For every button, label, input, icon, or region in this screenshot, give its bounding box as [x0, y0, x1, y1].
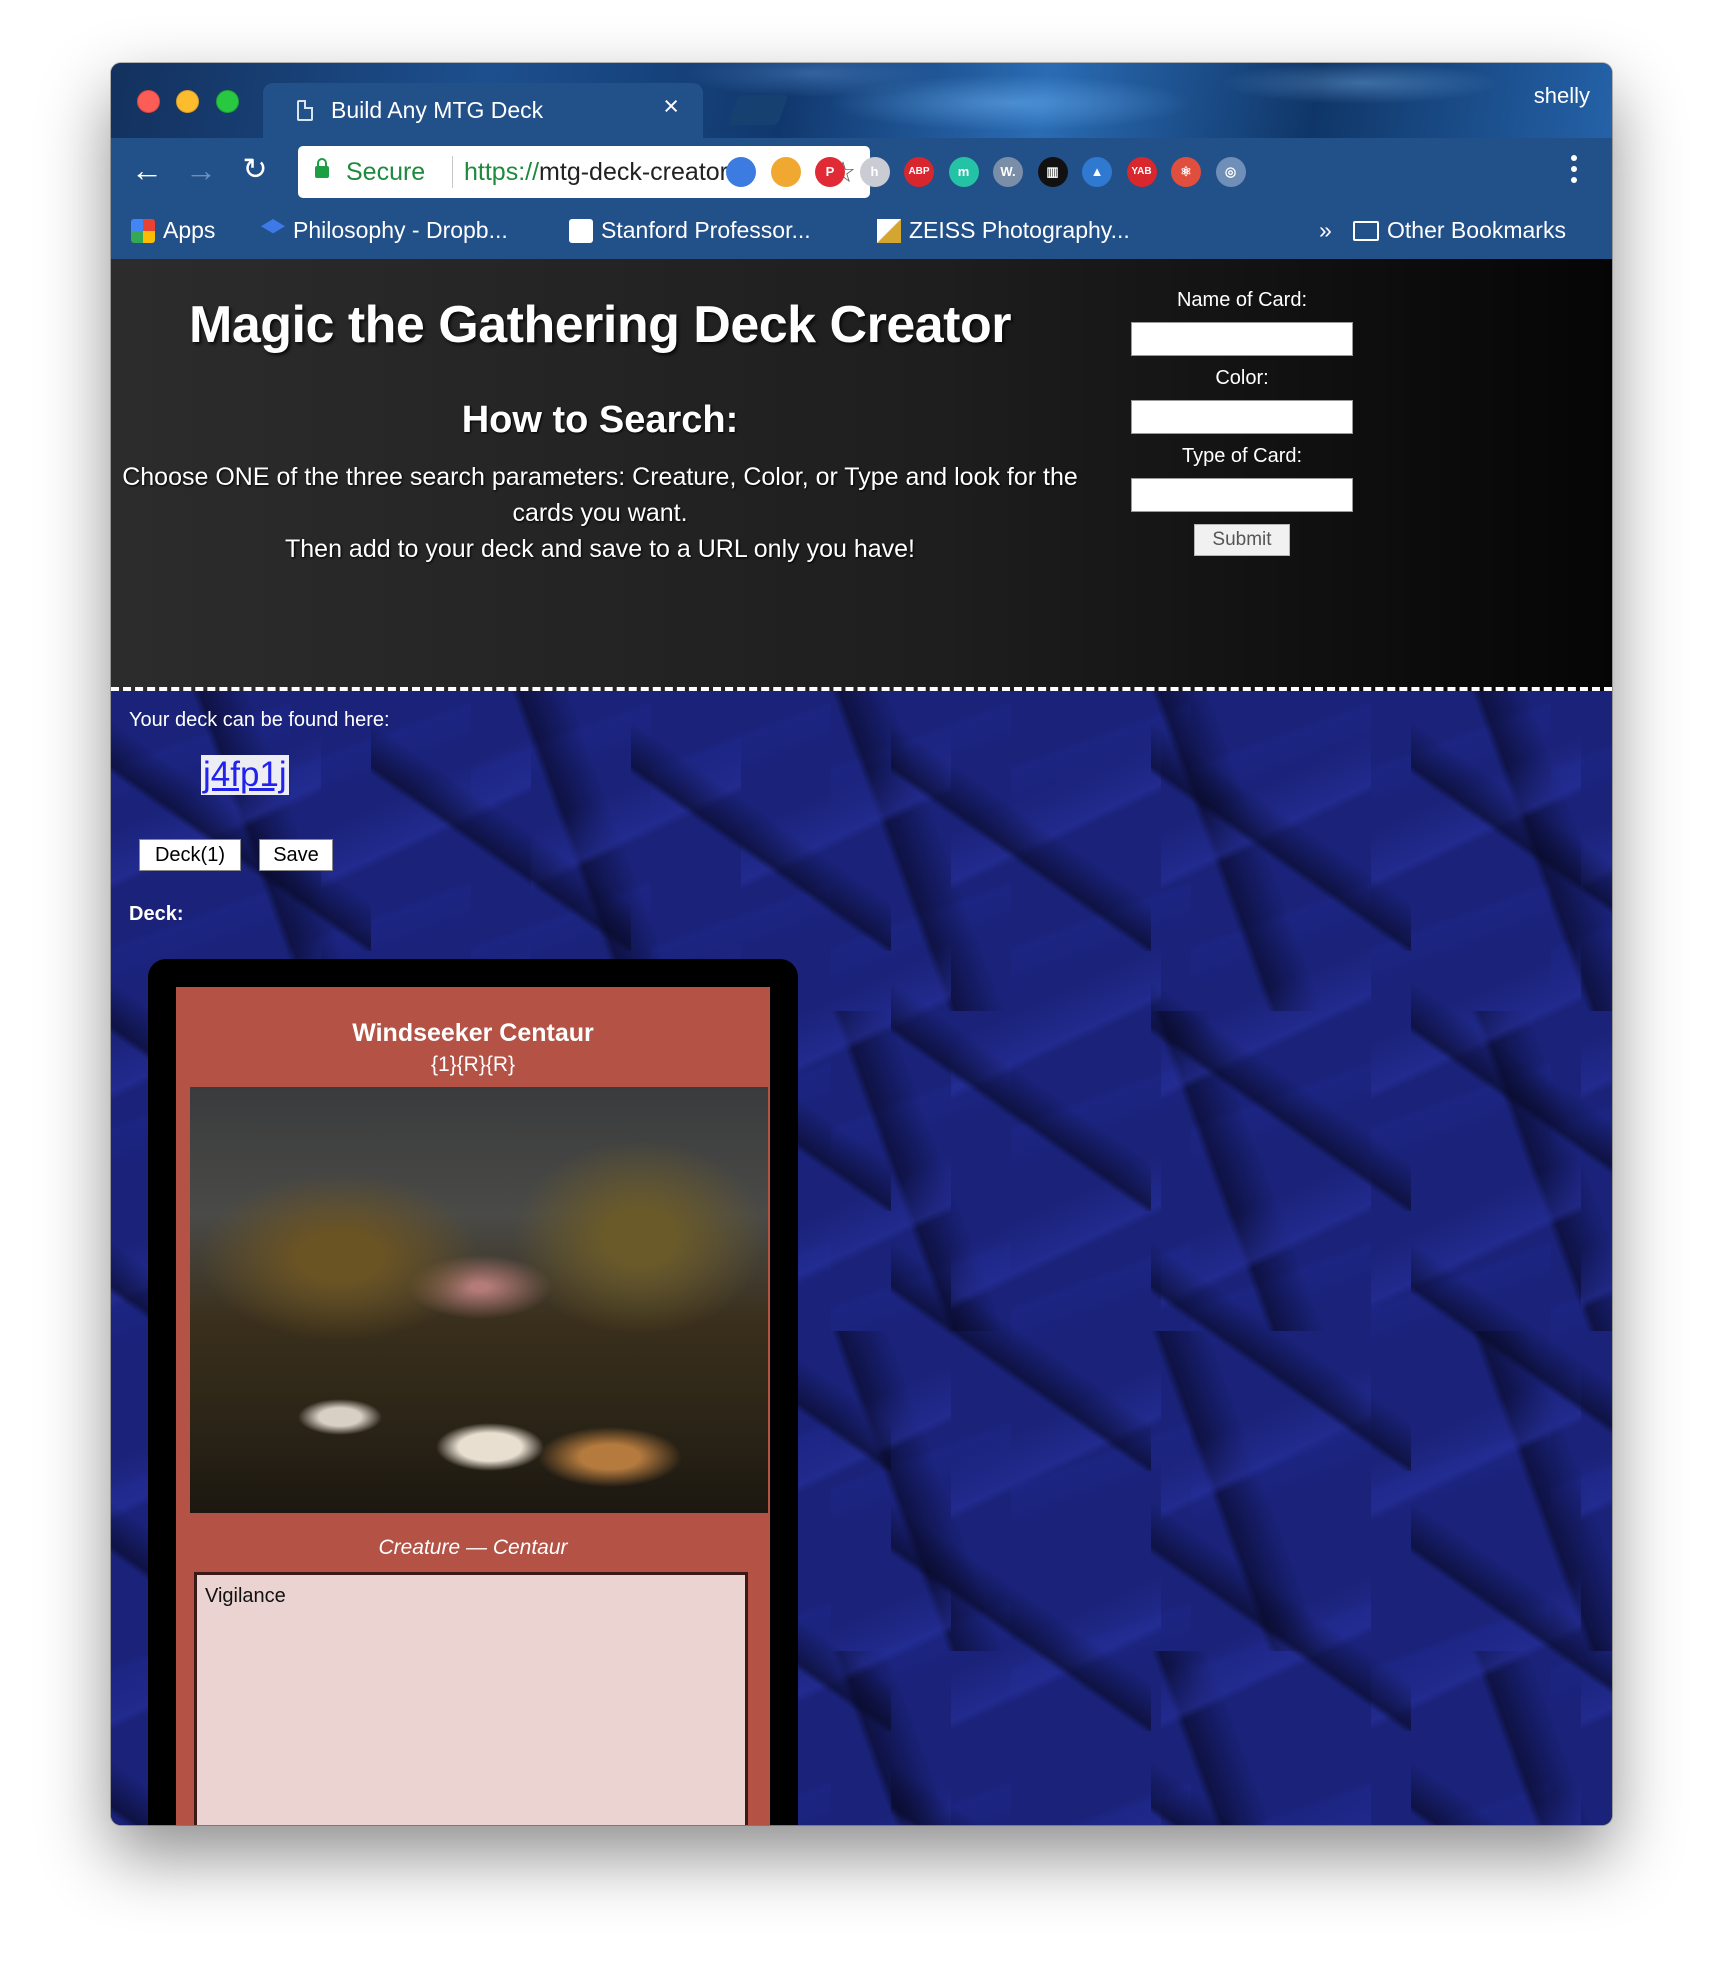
deck-section: Your deck can be found here: j4fp1j Deck… — [111, 691, 1612, 1825]
card-name-input[interactable] — [1131, 322, 1353, 356]
card-mana-cost: {1}{R}{R} — [430, 1053, 516, 1076]
card-type-line: Creature — Centaur — [378, 1536, 568, 1559]
bookmark-label: ZEISS Photography... — [909, 217, 1130, 243]
other-bookmarks-label: Other Bookmarks — [1387, 217, 1566, 243]
url-scheme: https:// — [464, 158, 540, 186]
close-window-button[interactable] — [137, 90, 160, 113]
browser-toolbar: ← → ↻ Secure https://mtg-deck-creator...… — [111, 138, 1612, 205]
submit-button[interactable]: Submit — [1194, 524, 1290, 556]
photo-icon — [569, 219, 593, 243]
instructions-line-1: Choose ONE of the three search parameter… — [122, 463, 1078, 527]
secure-label: Secure — [346, 158, 426, 186]
zeiss-icon — [877, 219, 901, 243]
card-type-input[interactable] — [1131, 478, 1353, 512]
deck-url-link[interactable]: j4fp1j — [201, 755, 289, 795]
bookmark-stanford[interactable]: Stanford Professor... — [569, 217, 811, 244]
bookmark-apps[interactable]: Apps — [131, 217, 215, 244]
hackpad-icon[interactable]: h — [859, 157, 890, 187]
pinterest-icon[interactable]: P — [815, 157, 845, 187]
reload-icon[interactable]: ↻ — [235, 150, 275, 190]
bookmark-label: Stanford Professor... — [601, 217, 811, 243]
url-path: mtg-deck-creator... — [539, 158, 748, 186]
profile-name[interactable]: shelly — [1534, 83, 1590, 109]
url-text[interactable]: https://mtg-deck-creator... — [464, 158, 747, 187]
wordpress-icon[interactable]: W. — [993, 157, 1023, 187]
card-name: Windseeker Centaur — [352, 1019, 594, 1047]
minimize-window-button[interactable] — [176, 90, 199, 113]
forward-arrow-icon[interactable]: → — [181, 150, 221, 190]
title-bar: Build Any MTG Deck × shelly — [111, 63, 1612, 139]
new-tab-button[interactable] — [727, 95, 789, 125]
back-arrow-icon[interactable]: ← — [127, 150, 167, 190]
adblock-plus-icon[interactable]: ABP — [904, 157, 934, 187]
apps-grid-icon — [131, 219, 155, 243]
yab-icon[interactable]: YAB — [1126, 157, 1157, 187]
react-devtools-icon[interactable]: ⚛ — [1171, 157, 1201, 187]
colorful-ext-icon[interactable] — [770, 157, 801, 187]
color-input[interactable] — [1131, 400, 1353, 434]
card-rules-text: Vigilance — [194, 1572, 748, 1825]
card-body: Windseeker Centaur {1}{R}{R} Creature — … — [176, 987, 770, 1825]
page-title: Magic the Gathering Deck Creator — [189, 296, 1012, 354]
dropbox-icon — [261, 219, 285, 234]
page-content: Magic the Gathering Deck Creator How to … — [111, 259, 1612, 1825]
card-artwork — [190, 1087, 768, 1513]
card-frame[interactable]: Windseeker Centaur {1}{R}{R} Creature — … — [148, 959, 798, 1825]
bookmark-zeiss[interactable]: ZEISS Photography... — [877, 217, 1130, 244]
bookmarks-bar: Apps Philosophy - Dropb... Stanford Prof… — [111, 205, 1612, 259]
chrome-menu-icon[interactable] — [1571, 155, 1577, 189]
close-tab-icon[interactable]: × — [663, 93, 679, 120]
bookmark-label: Apps — [163, 217, 216, 243]
tab-title: Build Any MTG Deck — [331, 97, 544, 123]
color-label: Color: — [1215, 367, 1269, 389]
lock-icon — [315, 158, 329, 178]
other-bookmarks[interactable]: Other Bookmarks — [1353, 217, 1566, 244]
bookmark-philosophy[interactable]: Philosophy - Dropb... — [261, 217, 508, 244]
howto-heading: How to Search: — [461, 399, 739, 441]
tick-ext-icon[interactable] — [726, 157, 756, 187]
deck-heading: Deck: — [129, 903, 184, 925]
mercury-icon[interactable]: m — [948, 157, 979, 187]
address-separator — [452, 156, 453, 188]
browser-window: Build Any MTG Deck × shelly ← → ↻ Secure… — [111, 63, 1612, 1825]
search-form: Name of Card: Color: Type of Card: Submi… — [1131, 289, 1353, 556]
card-type-label: Type of Card: — [1181, 445, 1303, 467]
bookmarks-overflow-icon[interactable]: » — [1319, 217, 1332, 244]
bookmark-label: Philosophy - Dropb... — [293, 217, 508, 243]
save-button[interactable]: Save — [259, 839, 333, 871]
page-header: Magic the Gathering Deck Creator How to … — [111, 259, 1612, 691]
card-name-label: Name of Card: — [1176, 289, 1308, 311]
document-icon — [297, 100, 313, 121]
instructions-line-2: Then add to your deck and save to a URL … — [284, 535, 916, 563]
search-instructions: Choose ONE of the three search parameter… — [111, 459, 1089, 567]
browser-tab-active[interactable]: Build Any MTG Deck × — [263, 83, 703, 139]
folder-icon — [1353, 221, 1379, 241]
kylo-icon[interactable]: ▲ — [1082, 157, 1112, 187]
target-icon[interactable]: ◎ — [1215, 157, 1246, 187]
deck-location-label: Your deck can be found here: — [129, 709, 390, 731]
archive-icon[interactable]: ▥ — [1037, 157, 1068, 187]
zoom-window-button[interactable] — [216, 90, 239, 113]
deck-count-button[interactable]: Deck(1) — [139, 839, 241, 871]
